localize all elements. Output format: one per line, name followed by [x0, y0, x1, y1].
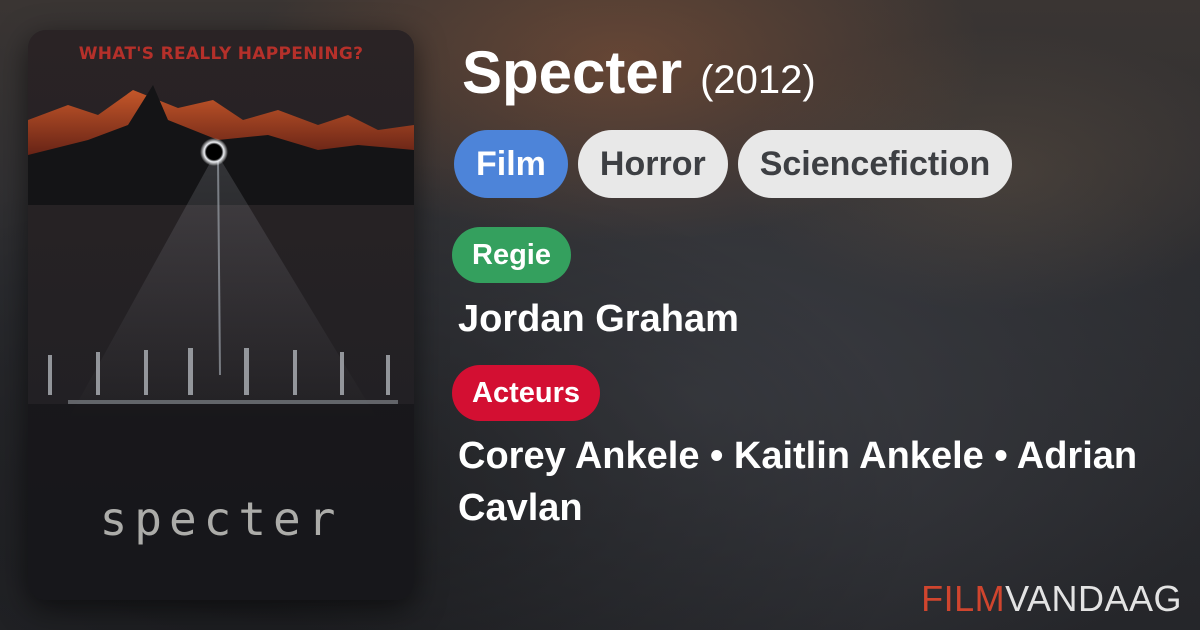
cast-list[interactable]: Corey Ankele • Kaitlin Ankele • Adrian C… [458, 430, 1178, 534]
logo-part-film: FILM [921, 578, 1006, 619]
movie-year: (2012) [700, 58, 816, 102]
director-name[interactable]: Jordan Graham [458, 293, 1178, 345]
poster-tagline: WHAT'S REALLY HAPPENING? [78, 44, 364, 64]
director-label: Regie [452, 227, 571, 283]
title-row: Specter (2012) [462, 38, 816, 107]
movie-title[interactable]: Specter [462, 38, 682, 107]
cast-label: Acteurs [452, 365, 600, 421]
site-logo[interactable]: FILMVANDAAG [921, 578, 1182, 620]
genre-tag-horror[interactable]: Horror [577, 130, 728, 198]
genre-tags: Film Horror Sciencefiction [454, 130, 1013, 198]
genre-tag-sciencefiction[interactable]: Sciencefiction [737, 130, 1013, 198]
poster-title-art: specter [99, 492, 343, 546]
logo-part-vandaag: VANDAAG [1005, 578, 1182, 619]
genre-tag-film[interactable]: Film [454, 130, 568, 198]
movie-poster[interactable]: WHAT'S REALLY HAPPENING? specter [28, 30, 414, 600]
